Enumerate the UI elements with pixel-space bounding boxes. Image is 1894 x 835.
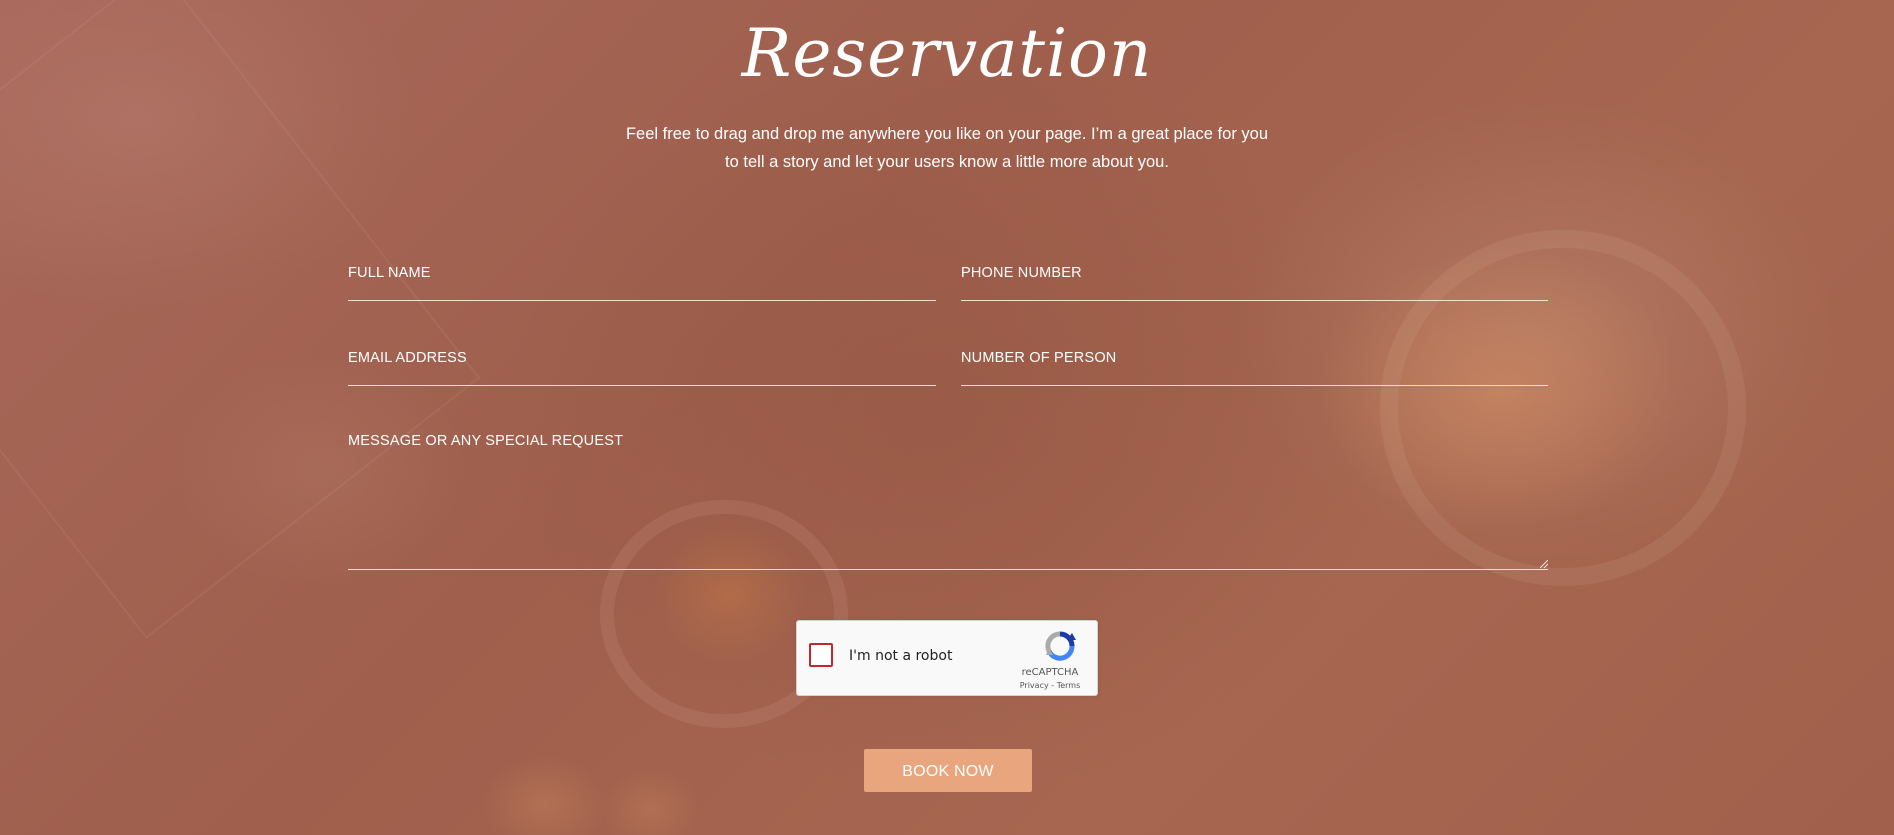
number-of-person-field[interactable]: NUMBER OF PERSON <box>961 350 1548 386</box>
full-name-field[interactable]: FULL NAME <box>348 265 936 301</box>
message-label: MESSAGE OR ANY SPECIAL REQUEST <box>348 433 624 449</box>
intro-line-2: to tell a story and let your users know … <box>725 153 1169 171</box>
recaptcha-label: I'm not a robot <box>849 648 953 664</box>
email-address-field[interactable]: EMAIL ADDRESS <box>348 350 936 386</box>
recaptcha-link-separator: - <box>1048 681 1057 690</box>
intro-text: Feel free to drag and drop me anywhere y… <box>617 120 1277 176</box>
phone-number-field[interactable]: PHONE NUMBER <box>961 265 1548 301</box>
recaptcha-logo-icon <box>1045 631 1076 661</box>
number-of-person-label: NUMBER OF PERSON <box>961 350 1117 366</box>
full-name-label: FULL NAME <box>348 265 431 281</box>
phone-number-label: PHONE NUMBER <box>961 265 1082 281</box>
recaptcha-links: Privacy - Terms <box>1007 681 1093 690</box>
page-title: Reservation <box>741 15 1153 92</box>
recaptcha-checkbox[interactable] <box>809 643 833 667</box>
intro-line-1: Feel free to drag and drop me anywhere y… <box>625 125 1269 143</box>
message-textarea[interactable]: MESSAGE OR ANY SPECIAL REQUEST <box>348 433 1548 570</box>
recaptcha-widget: I'm not a robot reCAPTCHA Privacy - Term… <box>796 620 1098 696</box>
textarea-resize-handle[interactable] <box>1540 560 1548 568</box>
recaptcha-privacy-link[interactable]: Privacy <box>1020 681 1049 690</box>
email-address-label: EMAIL ADDRESS <box>348 350 467 366</box>
book-now-button[interactable]: BOOK NOW <box>864 749 1032 792</box>
recaptcha-brand: reCAPTCHA <box>1021 667 1079 678</box>
recaptcha-terms-link[interactable]: Terms <box>1057 681 1081 690</box>
